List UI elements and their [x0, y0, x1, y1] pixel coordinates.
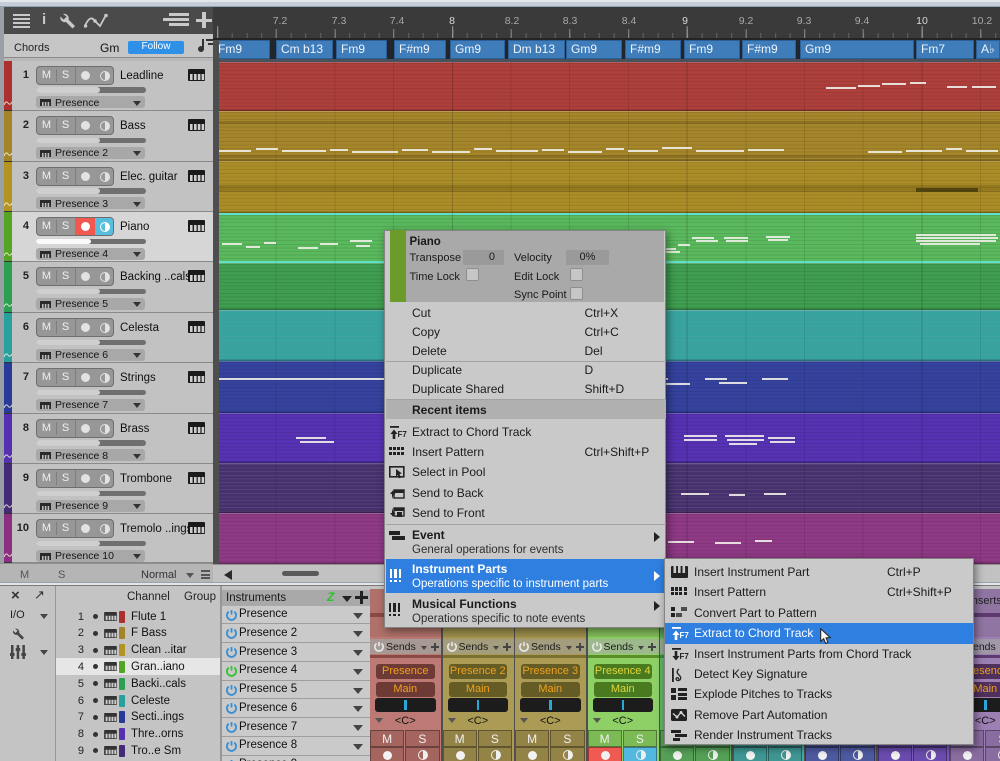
svg-text:F7: F7	[680, 631, 690, 640]
svg-text:F7: F7	[680, 652, 690, 661]
svg-text:F7: F7	[397, 430, 407, 439]
